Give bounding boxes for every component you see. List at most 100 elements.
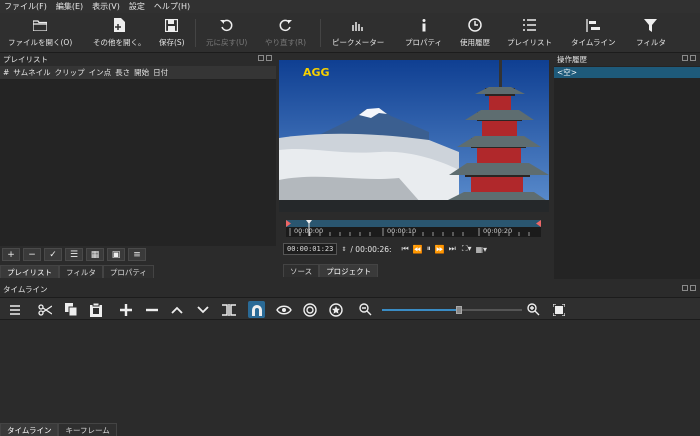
col-start[interactable]: 開始 bbox=[134, 67, 149, 78]
float-icon[interactable] bbox=[682, 55, 688, 61]
tab-filters[interactable]: フィルタ bbox=[59, 265, 103, 278]
playlist-column-header: # サムネイル クリップ イン点 長さ 開始 日付 bbox=[0, 66, 276, 80]
playlist-button[interactable]: プレイリスト bbox=[507, 16, 552, 48]
history-button[interactable]: 使用履歴 bbox=[460, 16, 490, 48]
menu-view[interactable]: 表示(V) bbox=[92, 1, 120, 12]
icons-view-button[interactable]: ▣ bbox=[107, 248, 125, 261]
video-preview[interactable]: AGG bbox=[279, 60, 549, 212]
save-icon bbox=[163, 16, 181, 34]
cut-icon[interactable] bbox=[36, 301, 53, 318]
info-icon bbox=[415, 16, 433, 34]
properties-button[interactable]: プロパティ bbox=[405, 16, 442, 48]
paste-icon[interactable] bbox=[87, 301, 104, 318]
menu-edit[interactable]: 編集(E) bbox=[56, 1, 83, 12]
open-other-button[interactable]: その他を開く。 bbox=[93, 16, 146, 48]
save-button[interactable]: 保存(S) bbox=[159, 16, 185, 48]
col-in[interactable]: イン点 bbox=[89, 67, 112, 78]
timeline-icon bbox=[584, 16, 602, 34]
tab-playlist[interactable]: プレイリスト bbox=[0, 265, 59, 278]
scrub-drag-icon[interactable] bbox=[275, 301, 292, 318]
ripple-all-icon[interactable] bbox=[327, 301, 344, 318]
open-file-button[interactable]: ファイルを開く(O) bbox=[8, 16, 72, 48]
ripple-icon[interactable] bbox=[301, 301, 318, 318]
close-icon[interactable] bbox=[690, 285, 696, 291]
scrub-bar[interactable]: 00:00:00 00:00:10 00:00:20 bbox=[286, 216, 541, 237]
timeline-tracks[interactable] bbox=[0, 321, 700, 421]
col-date[interactable]: 日付 bbox=[153, 67, 168, 78]
check-icon: ✓ bbox=[49, 249, 57, 260]
ruler-label-20: 00:00:20 bbox=[483, 227, 513, 235]
zoom-slider[interactable] bbox=[382, 306, 522, 314]
col-duration[interactable]: 長さ bbox=[115, 67, 130, 78]
zoom-fit-icon[interactable]: ⛶▾ bbox=[462, 244, 472, 254]
filter-icon bbox=[642, 16, 660, 34]
float-icon[interactable] bbox=[258, 55, 264, 61]
details-icon: ☰ bbox=[69, 249, 79, 260]
menu-help[interactable]: ヘルプ(H) bbox=[154, 1, 190, 12]
close-icon[interactable] bbox=[690, 55, 696, 61]
minus-icon: − bbox=[28, 249, 36, 260]
zoom-fit-icon[interactable] bbox=[550, 301, 567, 318]
toolbar-separator bbox=[195, 19, 196, 47]
overwrite-icon[interactable] bbox=[194, 301, 211, 318]
copy-icon[interactable] bbox=[62, 301, 79, 318]
tiles-view-button[interactable]: ▦ bbox=[86, 248, 104, 261]
filters-button[interactable]: フィルタ bbox=[636, 16, 666, 48]
timeline-dock-title: タイムライン bbox=[0, 284, 700, 295]
update-button[interactable]: ✓ bbox=[44, 248, 62, 261]
peak-meter-button[interactable]: ピークメーター bbox=[332, 16, 384, 48]
snap-icon[interactable] bbox=[248, 301, 265, 318]
rewind-icon[interactable]: ⏪ bbox=[413, 245, 423, 254]
grid-icon[interactable]: ▦▾ bbox=[475, 245, 487, 254]
bottom-tabs: タイムライン キーフレーム bbox=[0, 423, 117, 436]
menu-file[interactable]: ファイル(F) bbox=[4, 1, 47, 12]
toolbar-separator bbox=[320, 19, 321, 47]
playlist-list[interactable] bbox=[0, 80, 276, 246]
fast-forward-icon[interactable]: ⏩ bbox=[435, 245, 445, 254]
position-timecode[interactable]: 00:00:01:23 bbox=[283, 243, 338, 255]
redo-button[interactable]: やり直す(R) bbox=[265, 16, 306, 48]
history-list[interactable] bbox=[554, 66, 700, 279]
add-button[interactable]: + bbox=[2, 248, 20, 261]
remove-icon[interactable] bbox=[143, 301, 160, 318]
col-thumbnail[interactable]: サムネイル bbox=[13, 67, 50, 78]
remove-button[interactable]: − bbox=[23, 248, 41, 261]
zoom-slider-handle[interactable] bbox=[456, 306, 462, 314]
timeline-menu-icon[interactable] bbox=[6, 301, 23, 318]
meter-icon bbox=[349, 16, 367, 34]
history-dock-controls[interactable] bbox=[682, 55, 696, 63]
tab-source[interactable]: ソース bbox=[283, 264, 320, 277]
col-number[interactable]: # bbox=[3, 68, 9, 77]
lift-icon[interactable] bbox=[168, 301, 185, 318]
folder-icon bbox=[31, 16, 49, 34]
tab-project[interactable]: プロジェクト bbox=[319, 264, 379, 277]
zoom-out-icon[interactable] bbox=[357, 301, 374, 318]
details-view-button[interactable]: ☰ bbox=[65, 248, 83, 261]
plus-icon: + bbox=[7, 249, 15, 260]
close-icon[interactable] bbox=[266, 55, 272, 61]
redo-icon bbox=[277, 16, 295, 34]
menu-button[interactable]: ≡ bbox=[128, 248, 146, 261]
undo-button[interactable]: 元に戻す(U) bbox=[206, 16, 247, 48]
tab-keyframes[interactable]: キーフレーム bbox=[58, 423, 117, 436]
timeline-dock-controls[interactable] bbox=[682, 285, 696, 293]
skip-previous-icon[interactable]: ⏮ bbox=[402, 244, 409, 254]
player-tabs: ソース プロジェクト bbox=[283, 264, 379, 277]
history-item-empty[interactable]: <空> bbox=[554, 67, 700, 78]
split-icon[interactable] bbox=[220, 301, 237, 318]
float-icon[interactable] bbox=[682, 285, 688, 291]
pause-icon[interactable]: ⏸ bbox=[427, 244, 431, 254]
timecode-spinner-icon[interactable]: ⇕ bbox=[341, 246, 346, 253]
append-icon[interactable] bbox=[117, 301, 134, 318]
tiles-icon: ▦ bbox=[90, 249, 100, 260]
menu-settings[interactable]: 設定 bbox=[129, 1, 145, 12]
undo-icon bbox=[218, 16, 236, 34]
duration-label: / 00:00:26: bbox=[350, 244, 392, 254]
tab-timeline[interactable]: タイムライン bbox=[0, 423, 59, 436]
skip-next-icon[interactable]: ⏭ bbox=[449, 244, 456, 254]
timeline-button[interactable]: タイムライン bbox=[571, 16, 615, 48]
col-clip[interactable]: クリップ bbox=[55, 67, 85, 78]
zoom-in-icon[interactable] bbox=[525, 301, 542, 318]
tab-properties[interactable]: プロパティ bbox=[102, 265, 154, 278]
dock-controls[interactable] bbox=[258, 55, 272, 63]
